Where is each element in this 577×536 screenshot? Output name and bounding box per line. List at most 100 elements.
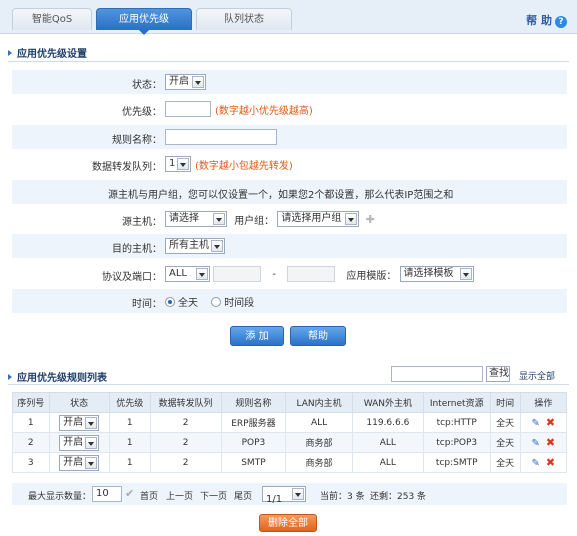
delete-icon[interactable]: ✖ [546,456,555,469]
col-header: 状态 [48,392,110,413]
tab-queue-status[interactable]: 队列状态 [196,8,292,30]
rule-name-input[interactable] [165,129,277,145]
col-header: 规则名称 [220,392,287,413]
col-header: 优先级 [108,392,151,413]
page-select-value: 1/1 [266,494,283,505]
first-page-link[interactable]: 首页 [140,489,158,502]
col-header: Internet资源 [422,392,491,413]
col-header: LAN内主机 [285,392,353,413]
cell-name: SMTP [220,452,287,473]
queue-select[interactable]: 1 [165,156,191,172]
table-header-row: 序列号 状态 优先级 数据转发队列 规则名称 LAN内主机 WAN外主机 Int… [12,392,568,413]
cell-time: 全天 [489,432,521,453]
user-group-select[interactable]: 请选择用户组 [277,211,360,227]
max-display-input[interactable]: 10 [92,486,122,502]
search-input[interactable] [391,366,483,382]
dest-host-select[interactable]: 所有主机 [165,238,225,254]
source-row: 源主机： 请选择 用户组： 请选择用户组 ✚ [12,207,567,231]
list-section-title: 应用优先级规则列表 [8,369,107,384]
chevron-down-icon [211,240,223,252]
cell-time: 全天 [489,452,521,473]
cell-actions: ✎ ✖ [519,412,568,433]
chevron-down-icon [85,436,98,449]
port-end-input[interactable] [287,266,336,282]
cell-wan: 119.6.6.6 [351,412,424,433]
delete-icon[interactable]: ✖ [546,436,555,449]
protocol-label: 协议及端口： [102,272,162,283]
show-all-link[interactable]: 显示全部 [519,369,555,382]
row-status-select[interactable]: 开启 [59,434,100,451]
app-template-value: 请选择模板 [403,268,454,279]
cell-inet: tcp:HTTP [422,412,491,433]
cell-lan: 商务部 [285,452,353,473]
search-button[interactable]: 查找 [486,366,510,382]
protocol-select[interactable]: ALL [165,266,210,282]
table-row: 3 开启 1 2 SMTP 商务部 ALL tcp:SMTP 全天 ✎ ✖ [12,452,568,473]
source-note-text: 源主机与用户组，您可以仅设置一个，如果您2个都设置，那么代表IP范围之和 [108,190,454,201]
time-period-text: 时间段 [224,298,255,309]
add-button[interactable]: 添 加 [230,326,284,346]
max-display-label: 最大显示数量： [28,492,92,502]
queue-row: 数据转发队列： 1 (数字越小包越先转发) [12,152,567,176]
cell-wan: ALL [351,432,424,453]
user-group-label: 用户组： [234,215,275,227]
priority-input[interactable] [165,101,211,117]
protocol-row: 协议及端口： ALL - 应用模版： 请选择模板 [12,262,567,286]
cell-name: ERP服务器 [220,412,287,433]
note-row: 源主机与用户组，您可以仅设置一个，如果您2个都设置，那么代表IP范围之和 [12,180,567,204]
rule-table: 序列号 状态 优先级 数据转发队列 规则名称 LAN内主机 WAN外主机 Int… [12,392,568,473]
time-period-radio[interactable] [211,296,222,307]
add-group-icon[interactable]: ✚ [366,213,375,226]
cell-priority: 1 [108,432,151,453]
cell-priority: 1 [108,452,151,473]
edit-icon[interactable]: ✎ [532,458,540,469]
tab-app-priority[interactable]: 应用优先级 [96,8,192,35]
last-page-link[interactable]: 尾页 [234,489,252,502]
status-select[interactable]: 开启 [165,74,206,90]
source-host-select[interactable]: 请选择 [165,211,227,227]
next-page-link[interactable]: 下一页 [200,489,227,502]
dest-row: 目的主机： 所有主机 [12,234,567,258]
delete-icon[interactable]: ✖ [546,416,555,429]
table-row: 1 开启 1 2 ERP服务器 ALL 119.6.6.6 tcp:HTTP 全… [12,412,568,433]
tab-smart-qos[interactable]: 智能QoS [12,8,92,30]
cell-time: 全天 [489,412,521,433]
help-button[interactable]: 帮助 [290,326,346,346]
cell-name: POP3 [220,432,287,453]
confirm-check-icon[interactable]: ✔ [125,487,134,500]
page-select[interactable]: 1/1 [262,486,306,505]
port-start-input[interactable] [213,266,262,282]
app-template-select[interactable]: 请选择模板 [399,266,474,282]
table-row: 2 开启 1 2 POP3 商务部 ALL tcp:POP3 全天 ✎ ✖ [12,432,568,453]
cell-inet: tcp:SMTP [422,452,491,473]
rule-name-label: 规则名称： [112,135,162,146]
prev-page-link[interactable]: 上一页 [166,489,193,502]
chevron-down-icon [292,488,304,500]
cell-seq: 1 [12,412,50,433]
help-link[interactable]: 帮 助? [526,12,567,28]
cell-status: 开启 [48,412,110,433]
col-header: 时间 [489,392,521,413]
col-header: 序列号 [12,392,50,413]
chevron-down-icon [213,213,225,225]
col-header: 操作 [519,392,568,413]
chevron-down-icon [177,158,189,170]
cell-queue: 2 [149,452,222,473]
help-label: 帮 助 [526,14,552,27]
cell-inet: tcp:POP3 [422,432,491,453]
cell-queue: 2 [149,412,222,433]
row-status-value: 开启 [63,456,84,468]
row-status-select[interactable]: 开启 [59,414,100,431]
time-label: 时间： [132,299,162,310]
row-status-value: 开启 [63,416,84,428]
time-all-text: 全天 [178,298,198,309]
delete-all-button[interactable]: 删除全部 [259,514,317,532]
row-status-select[interactable]: 开启 [59,454,100,471]
section-arrow-icon [8,374,12,380]
status-row: 状态： 开启 [12,70,567,94]
status-label: 状态： [132,80,162,91]
time-all-radio[interactable] [165,296,175,307]
edit-icon[interactable]: ✎ [532,438,540,449]
app-template-label: 应用模版： [346,270,397,282]
edit-icon[interactable]: ✎ [532,418,540,429]
